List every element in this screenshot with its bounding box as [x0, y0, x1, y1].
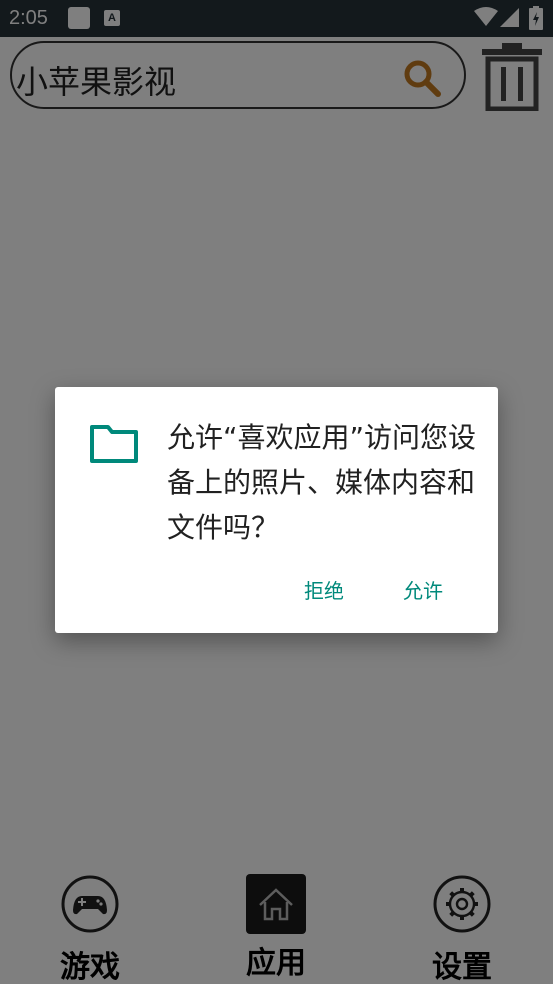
- allow-button[interactable]: 允许: [403, 575, 443, 604]
- deny-button[interactable]: 拒绝: [304, 575, 344, 604]
- folder-icon: [90, 425, 138, 463]
- dialog-message: 允许“喜欢应用”访问您设备上的照片、媒体内容和文件吗？: [167, 421, 477, 544]
- permission-dialog: 允许“喜欢应用”访问您设备上的照片、媒体内容和文件吗？ 拒绝 允许: [55, 387, 498, 633]
